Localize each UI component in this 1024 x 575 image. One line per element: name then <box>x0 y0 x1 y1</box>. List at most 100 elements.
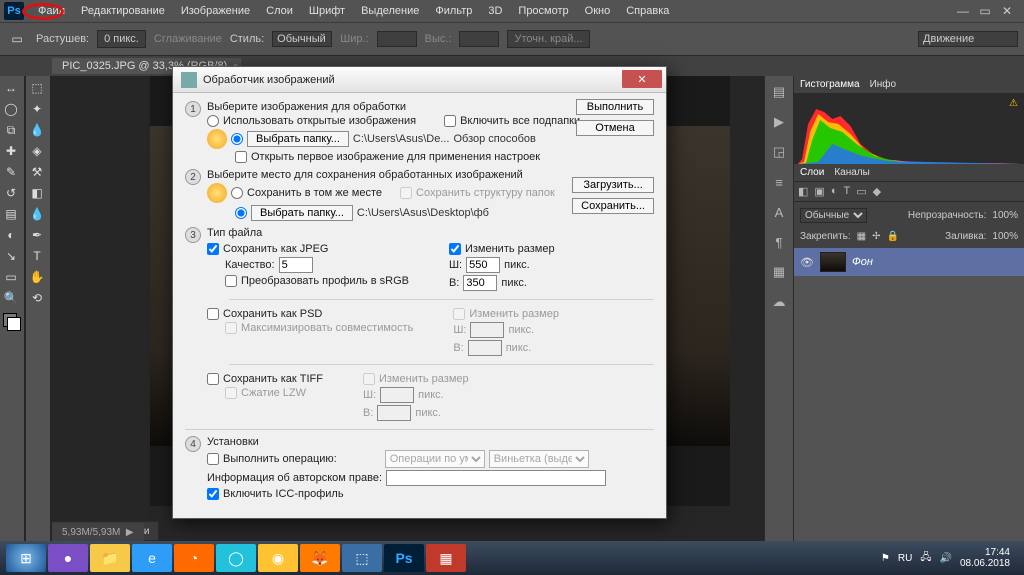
taskbar-app-5[interactable]: ▦ <box>426 544 466 572</box>
fill-value[interactable]: 100% <box>992 231 1018 242</box>
save-button[interactable]: Сохранить... <box>572 198 654 214</box>
taskbar-app-ie[interactable]: e <box>132 544 172 572</box>
taskbar-app-firefox[interactable]: 🦊 <box>300 544 340 572</box>
taskbar-app-ps[interactable]: Ps <box>384 544 424 572</box>
close-icon[interactable]: ✕ <box>1000 4 1014 18</box>
cancel-button[interactable]: Отмена <box>576 120 654 136</box>
lasso-tool-icon[interactable]: ◯ <box>0 99 22 119</box>
menu-file[interactable]: Файл <box>30 2 73 20</box>
char-icon[interactable]: A <box>769 202 789 222</box>
current-tool-icon[interactable]: ▭ <box>6 29 28 49</box>
marquee-tool-icon[interactable]: ⬚ <box>26 78 48 98</box>
filter-img-icon[interactable]: ▣ <box>814 185 824 198</box>
workspace-select[interactable]: Движение <box>918 31 1018 47</box>
zoom-tool-icon[interactable]: 🔍 <box>0 288 22 308</box>
eyedropper-tool-icon[interactable]: 💧 <box>26 120 48 140</box>
opacity-value[interactable]: 100% <box>992 210 1018 221</box>
h-input[interactable] <box>463 275 497 291</box>
brush-tool-icon[interactable]: ✎ <box>0 162 22 182</box>
patch-tool-icon[interactable]: ◈ <box>26 141 48 161</box>
blend-mode-select[interactable]: Обычные <box>800 208 867 223</box>
move-tool-icon[interactable]: ↔ <box>0 78 22 98</box>
select-folder-radio[interactable] <box>231 133 243 145</box>
menu-select[interactable]: Выделение <box>353 2 427 20</box>
srgb-check[interactable] <box>225 275 237 287</box>
play-icon[interactable]: ▶ <box>769 112 789 132</box>
lock-pos-icon[interactable]: ✢ <box>872 231 880 242</box>
rotate-tool-icon[interactable]: ⟲ <box>26 288 48 308</box>
tab-info[interactable]: Инфо <box>870 79 897 90</box>
run-action-check[interactable] <box>207 453 219 465</box>
dialog-title-bar[interactable]: Обработчик изображений ✕ <box>173 67 666 93</box>
filter-adj-icon[interactable]: ◐ <box>831 185 838 198</box>
tray-vol-icon[interactable]: 🔊 <box>939 553 951 564</box>
save-jpeg-check[interactable] <box>207 243 219 255</box>
tab-histogram[interactable]: Гистограмма <box>800 79 860 90</box>
maximize-icon[interactable]: ▭ <box>978 4 992 18</box>
menu-image[interactable]: Изображение <box>173 2 258 20</box>
filter-smart-icon[interactable]: ◆ <box>873 185 881 198</box>
type-tool-icon[interactable]: T <box>26 246 48 266</box>
gradient-tool-icon[interactable]: ▤ <box>0 204 22 224</box>
history-brush-icon[interactable]: ↺ <box>0 183 22 203</box>
menu-3d[interactable]: 3D <box>480 2 510 20</box>
props-icon[interactable]: ≡ <box>769 172 789 192</box>
use-open-radio[interactable] <box>207 115 219 127</box>
swatches-icon[interactable]: ▦ <box>769 262 789 282</box>
filter-shape-icon[interactable]: ▭ <box>856 185 866 198</box>
same-loc-radio[interactable] <box>231 187 243 199</box>
taskbar-app-4[interactable]: ⬚ <box>342 544 382 572</box>
select-folder-button-2[interactable]: Выбрать папку... <box>251 205 353 221</box>
filter-type-icon[interactable]: T <box>843 185 850 198</box>
crop-tool-icon[interactable]: ⧉ <box>0 120 22 140</box>
open-first-check[interactable] <box>235 151 247 163</box>
visibility-icon[interactable]: 👁 <box>800 256 814 269</box>
minimize-icon[interactable]: — <box>956 4 970 18</box>
icc-check[interactable] <box>207 488 219 500</box>
start-button[interactable]: ⊞ <box>6 544 46 572</box>
healing-tool-icon[interactable]: ✚ <box>0 141 22 161</box>
blur-tool-icon[interactable]: 💧 <box>26 204 48 224</box>
lib-icon[interactable]: ☁ <box>769 292 789 312</box>
tray-net-icon[interactable]: 🖧 <box>920 550 931 567</box>
style-select[interactable]: Обычный <box>272 31 332 47</box>
menu-edit[interactable]: Редактирование <box>73 2 173 20</box>
select-folder-button-1[interactable]: Выбрать папку... <box>247 131 349 147</box>
stamp-tool-icon[interactable]: ⚒ <box>26 162 48 182</box>
taskbar-app-chrome[interactable]: ◉ <box>258 544 298 572</box>
pen-tool-icon[interactable]: ✒ <box>26 225 48 245</box>
dest-folder-radio[interactable] <box>235 207 247 219</box>
menu-type[interactable]: Шрифт <box>301 2 353 20</box>
resize-jpeg-check[interactable] <box>449 243 461 255</box>
menu-window[interactable]: Окно <box>577 2 619 20</box>
save-tiff-check[interactable] <box>207 373 219 385</box>
wand-tool-icon[interactable]: ✦ <box>26 99 48 119</box>
filter-kind-icon[interactable]: ◧ <box>798 185 808 198</box>
quality-input[interactable] <box>279 257 313 273</box>
tab-channels[interactable]: Каналы <box>834 167 870 178</box>
history-icon[interactable]: ▤ <box>769 82 789 102</box>
copyright-input[interactable] <box>386 470 606 486</box>
shape-tool-icon[interactable]: ▭ <box>0 267 22 287</box>
taskbar-app-2[interactable]: ◔ <box>174 544 214 572</box>
dialog-close-button[interactable]: ✕ <box>622 70 662 88</box>
layer-row[interactable]: 👁 Фон <box>794 248 1024 276</box>
menu-help[interactable]: Справка <box>618 2 677 20</box>
menu-view[interactable]: Просмотр <box>510 2 576 20</box>
run-button[interactable]: Выполнить <box>576 99 654 115</box>
taskbar-app-3[interactable]: ◯ <box>216 544 256 572</box>
lock-px-icon[interactable]: ▦ <box>857 231 866 242</box>
include-sub-check[interactable] <box>444 115 456 127</box>
hand-tool-icon[interactable]: ✋ <box>26 267 48 287</box>
tab-layers[interactable]: Слои <box>800 167 824 178</box>
nav-icon[interactable]: ◲ <box>769 142 789 162</box>
lock-all-icon[interactable]: 🔒 <box>887 231 899 242</box>
menu-layers[interactable]: Слои <box>258 2 301 20</box>
feather-value[interactable]: 0 пикс. <box>97 30 146 48</box>
para-icon[interactable]: ¶ <box>769 232 789 252</box>
tray-flag-icon[interactable]: ⚑ <box>881 553 890 564</box>
taskbar-app-explorer[interactable]: 📁 <box>90 544 130 572</box>
eraser-tool-icon[interactable]: ◧ <box>26 183 48 203</box>
save-psd-check[interactable] <box>207 308 219 320</box>
path-tool-icon[interactable]: ↘ <box>0 246 22 266</box>
